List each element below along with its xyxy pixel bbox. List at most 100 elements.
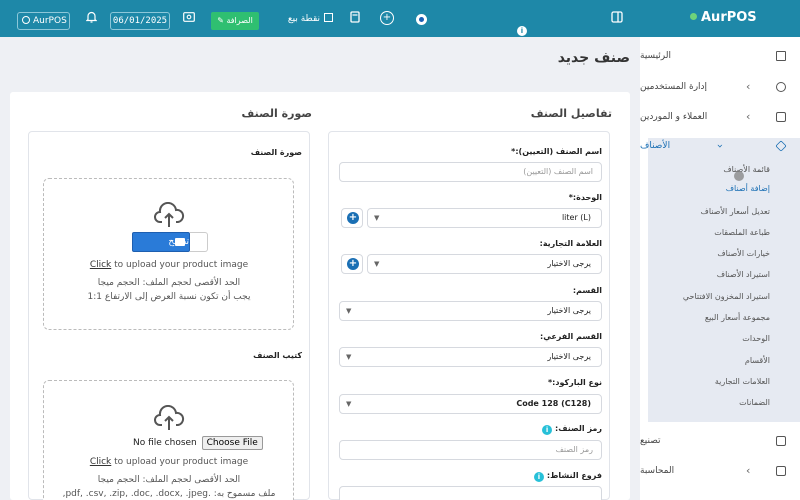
barcode-value: Code 128 (C128) bbox=[516, 399, 591, 408]
branches-label-text: فروع النشاط: bbox=[546, 471, 602, 480]
sidebar-sub-item[interactable]: إضافة أصناف bbox=[620, 182, 770, 196]
name-label: اسم الصنف (التعيين):* bbox=[511, 147, 602, 156]
add-brand-button[interactable] bbox=[341, 254, 363, 274]
sku-input[interactable]: رمز الصنف bbox=[339, 440, 602, 460]
barcode-select[interactable]: Code 128 (C128) ▼ bbox=[339, 394, 602, 414]
unit-label: الوحدة:* bbox=[568, 193, 602, 202]
brand-name: AurPOS bbox=[701, 10, 757, 25]
details-section-title: تفاصيل الصنف bbox=[530, 107, 612, 120]
brochure-allowed-note: ملف مسموح به: .pdf, .csv, .zip, .doc, .d… bbox=[62, 489, 276, 499]
chevron-down-icon: ‹ bbox=[713, 143, 727, 149]
file-chooser: No file chosen Choose File bbox=[133, 436, 263, 450]
add-circle-icon[interactable]: + bbox=[380, 11, 394, 25]
sidebar-toggle-icon[interactable] bbox=[610, 11, 624, 25]
category-label: القسم: bbox=[572, 286, 602, 295]
sidebar-sub-item[interactable]: الوحدات bbox=[620, 332, 770, 346]
subcategory-value: يرجى الاختيار bbox=[547, 352, 591, 361]
sidebar-sub-item[interactable]: مجموعة أسعار البيع bbox=[620, 311, 770, 325]
sidebar-item-label: الأصناف bbox=[640, 141, 671, 151]
brand-logo[interactable]: AurPOS bbox=[690, 10, 800, 27]
chevron-left-icon: ‹ bbox=[746, 110, 751, 123]
info-icon[interactable]: i bbox=[533, 472, 544, 482]
subcategory-label: القسم الفرعي: bbox=[540, 332, 602, 341]
upload-instruction: Click to upload your product image bbox=[37, 260, 301, 270]
sidebar-item-products[interactable]: الأصناف ‹ bbox=[640, 135, 800, 157]
user-name: AurPOS bbox=[33, 16, 67, 26]
money-icon[interactable] bbox=[182, 12, 196, 26]
brochure-max-size-note: الحد الأقصى لحجم الملف: الحجم ميجا bbox=[97, 475, 241, 485]
unit-select[interactable]: liter (L) ▼ bbox=[367, 208, 602, 228]
subcategory-select[interactable]: يرجى الاختيار ▼ bbox=[339, 347, 602, 367]
sidebar-sub-item[interactable]: استيراد المخزون الافتتاحي bbox=[620, 290, 770, 304]
user-menu[interactable]: AurPOS bbox=[17, 12, 70, 30]
sidebar-item-home[interactable]: الرئيسية bbox=[640, 45, 800, 67]
caret-down-icon: ▼ bbox=[346, 400, 352, 408]
chevron-left-icon: ‹ bbox=[746, 80, 751, 93]
caret-down-icon: ▼ bbox=[346, 353, 352, 361]
brand-value: يرجى الاختيار bbox=[547, 259, 591, 268]
sku-label-text: رمز الصنف: bbox=[555, 424, 602, 433]
sidebar-item-contacts[interactable]: العملاء و الموردين ‹ bbox=[640, 106, 800, 128]
folder-icon bbox=[175, 238, 185, 246]
date-display[interactable]: 06/01/2025 bbox=[110, 12, 170, 30]
info-icon[interactable]: i bbox=[542, 425, 553, 435]
sidebar-sub-item[interactable]: الضمانات bbox=[620, 396, 770, 410]
name-input[interactable]: اسم الصنف (التعيين) bbox=[339, 162, 602, 182]
image-section-title: صورة الصنف bbox=[241, 107, 312, 120]
category-select[interactable]: يرجى الاختيار ▼ bbox=[339, 301, 602, 321]
home-icon bbox=[776, 51, 786, 61]
ledger-icon bbox=[776, 466, 786, 476]
sidebar-item-label: تصنيع bbox=[640, 436, 661, 446]
browse-button[interactable]: تصفح bbox=[132, 232, 190, 252]
sidebar-sub-item[interactable]: الأقسام bbox=[620, 354, 770, 368]
sidebar-sub-item[interactable]: خيارات الأصناف bbox=[620, 247, 770, 261]
pos-button[interactable]: نقطة بيع bbox=[277, 11, 333, 27]
quick-action-icon[interactable] bbox=[416, 14, 427, 25]
sidebar-item-users[interactable]: إدارة المستخدمين ‹ bbox=[640, 76, 800, 98]
no-file-text: No file chosen bbox=[133, 438, 197, 448]
image-dropzone[interactable] bbox=[43, 178, 294, 330]
top-bar: AurPOS + نقطة بيع الصرافة ✎ 06/01/2025 A… bbox=[0, 0, 800, 37]
grid-icon bbox=[324, 13, 333, 22]
barcode-label: نوع الباركود:* bbox=[547, 378, 602, 387]
ratio-note: يجب أن تكون نسبة العرض إلى الارتفاع 1:1 bbox=[87, 292, 251, 302]
sidebar-item-label: الرئيسية bbox=[640, 51, 671, 61]
choose-file-button[interactable]: Choose File bbox=[201, 436, 263, 450]
factory-icon bbox=[776, 436, 786, 446]
sidebar-sub-item[interactable]: استيراد الأصناف bbox=[620, 268, 770, 282]
brochure-upload-instruction: Click to upload your product image bbox=[37, 457, 301, 467]
category-value: يرجى الاختيار bbox=[547, 306, 591, 315]
cash-register-button[interactable]: الصرافة ✎ bbox=[211, 12, 259, 30]
pos-label: نقطة بيع bbox=[287, 14, 320, 24]
image-label: صورة الصنف bbox=[250, 148, 302, 157]
wrench-icon: ✎ bbox=[217, 16, 224, 25]
brand-label: العلامة التجارية: bbox=[539, 239, 602, 248]
address-book-icon bbox=[776, 112, 786, 122]
page-title: صنف جديد bbox=[557, 50, 630, 66]
browse-addon bbox=[190, 232, 208, 252]
sidebar-sub-item[interactable]: طباعة الملصقات bbox=[620, 226, 770, 240]
brochure-label: كتيب الصنف bbox=[253, 351, 302, 360]
sidebar-item-accounting[interactable]: المحاسبة ‹ bbox=[640, 460, 800, 482]
caret-down-icon: ▼ bbox=[346, 307, 352, 315]
sku-label: رمز الصنف:i bbox=[340, 424, 602, 435]
branches-select[interactable] bbox=[339, 486, 602, 500]
scroll-indicator[interactable] bbox=[734, 171, 744, 181]
brochure-upload-text: to upload your product image bbox=[111, 457, 249, 467]
sidebar-item-label: العملاء و الموردين bbox=[640, 112, 708, 122]
calculator-icon[interactable] bbox=[348, 11, 362, 25]
cloud-upload-icon bbox=[153, 404, 185, 431]
add-unit-button[interactable] bbox=[341, 208, 363, 228]
brand-select[interactable]: يرجى الاختيار ▼ bbox=[367, 254, 602, 274]
sidebar-sub-item[interactable]: قائمة الأصناف bbox=[620, 163, 770, 177]
sidebar-sub-item[interactable]: تعديل أسعار الأصناف bbox=[620, 205, 770, 219]
sidebar-item-label: المحاسبة bbox=[640, 466, 675, 476]
info-icon[interactable]: i bbox=[517, 26, 527, 36]
users-icon bbox=[776, 82, 786, 92]
sidebar-item-label: إدارة المستخدمين bbox=[640, 82, 708, 92]
sidebar-sub-item[interactable]: العلامات التجارية bbox=[620, 375, 770, 389]
bell-icon[interactable] bbox=[84, 11, 98, 25]
brochure-click-link[interactable]: Click bbox=[90, 457, 111, 467]
sidebar-item-manufacturing[interactable]: تصنيع bbox=[640, 430, 800, 452]
upload-click-link[interactable]: Click bbox=[90, 260, 111, 270]
